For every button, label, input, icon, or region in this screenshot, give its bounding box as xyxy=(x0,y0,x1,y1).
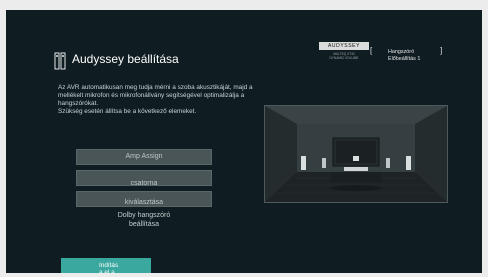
menu-item-label: csatorna xyxy=(130,180,158,187)
description-text: Az AVR automatikusan meg tudja mérni a s… xyxy=(58,84,253,115)
page-title: Audyssey beállítása xyxy=(72,52,179,66)
menu-item-label: Amp Assign xyxy=(125,153,163,160)
speaker-setup-icon xyxy=(54,52,66,70)
preset-label[interactable]: Hangszóró Előbeállítás 1 xyxy=(388,49,420,62)
logo-text: AUDYSSEY xyxy=(319,42,369,50)
menu-item-channel[interactable]: csatorna xyxy=(76,170,212,187)
audyssey-logo: AUDYSSEY MULTEQ XT32 DYNAMIC VOLUME xyxy=(319,42,369,60)
menu-item-selection[interactable]: kiválasztása xyxy=(76,191,212,207)
room-illustration xyxy=(264,105,448,203)
preset-bracket-right: ] xyxy=(440,46,443,55)
preset-bracket-left: [ xyxy=(370,46,373,55)
room-image xyxy=(265,106,447,202)
screen-frame: Audyssey beállítása Az AVR automatikusan… xyxy=(0,0,488,277)
menu-item-amp-assign[interactable]: Amp Assign xyxy=(76,149,212,165)
start-button[interactable]: Indítás a el a oldalt. xyxy=(61,258,151,273)
menu-item-label: kiválasztása xyxy=(124,199,164,206)
menu-item-dolby-speaker[interactable]: Dolby hangszóró beállítása xyxy=(76,212,212,229)
logo-subtext: MULTEQ XT32 DYNAMIC VOLUME xyxy=(329,52,359,60)
